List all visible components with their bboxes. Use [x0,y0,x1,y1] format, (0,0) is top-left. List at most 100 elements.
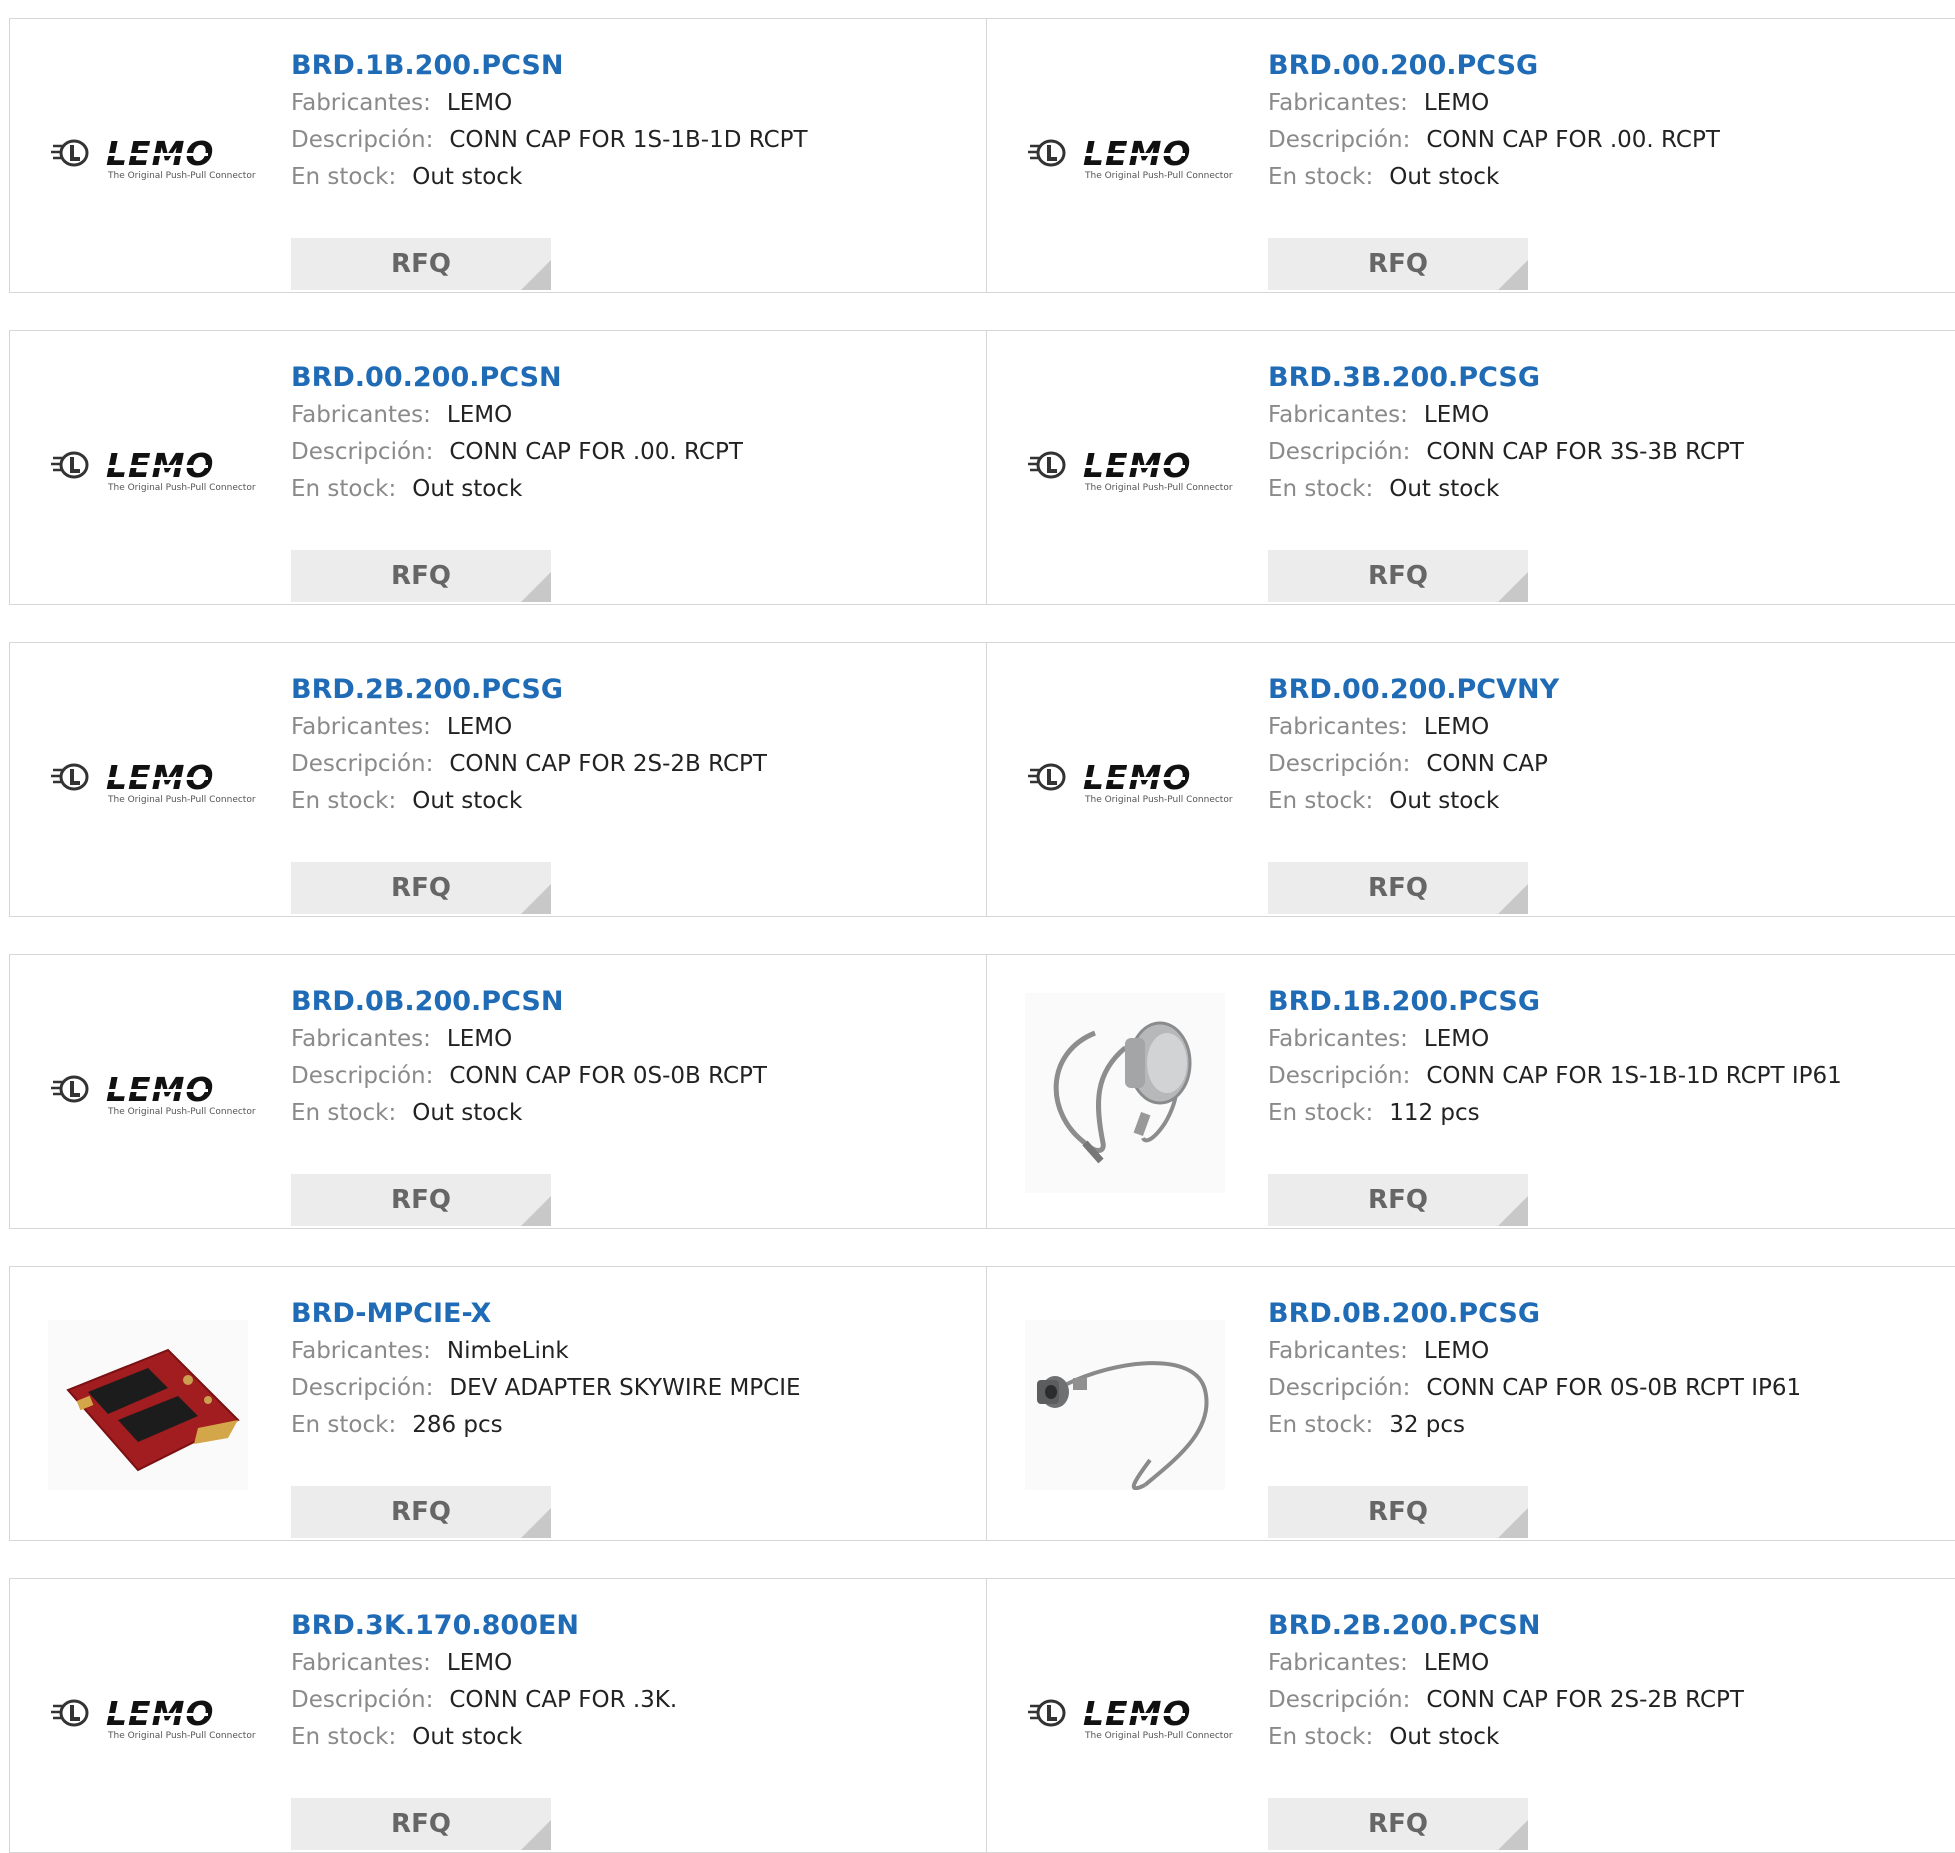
part-number-link[interactable]: BRD.3K.170.800EN [291,1607,976,1645]
stock-label: En stock: [1268,164,1374,190]
product-image[interactable] [1025,1320,1225,1490]
stock-row: En stock: Out stock [1268,1719,1945,1756]
manufacturer-label: Fabricantes: [1268,714,1408,740]
rfq-button[interactable]: RFQ [1268,550,1528,602]
product-card: BRD.0B.200.PCSG Fabricantes: LEMO Descripci… [986,1266,1955,1541]
manufacturer-row: Fabricantes: LEMO [1268,1645,1945,1682]
stock-row: En stock: Out stock [291,1095,976,1132]
product-image[interactable]: LEMO The Original Push-Pull Connector [48,696,256,866]
description-row: Descripción: CONN CAP FOR 3S-3B RCPT [1268,434,1945,471]
part-number-link[interactable]: BRD-MPCIE-X [291,1295,976,1333]
rfq-button[interactable]: RFQ [291,550,551,602]
lemo-logo: LEMO The Original Push-Pull Connector [48,1058,256,1128]
manufacturer-row: Fabricantes: LEMO [1268,709,1945,746]
manufacturer-label: Fabricantes: [1268,1338,1408,1364]
stock-value: Out stock [1389,1724,1500,1750]
part-number-link[interactable]: BRD.0B.200.PCSN [291,983,976,1021]
part-number-link[interactable]: BRD.00.200.PCSG [1268,47,1945,85]
product-card: BRD-MPCIE-X Fabricantes: NimbeLink Descripc… [9,1266,987,1541]
stock-label: En stock: [1268,1100,1374,1126]
rfq-button[interactable]: RFQ [291,1486,551,1538]
corner-triangle-icon [1498,1508,1528,1538]
product-image[interactable]: LEMO The Original Push-Pull Connector [1025,384,1233,554]
rfq-button[interactable]: RFQ [1268,238,1528,290]
lemo-logo: LEMO The Original Push-Pull Connector [1025,122,1233,192]
corner-triangle-icon [521,260,551,290]
stock-value: Out stock [412,476,523,502]
part-number-link[interactable]: BRD.1B.200.PCSN [291,47,976,85]
product-card: LEMO The Original Push-Pull Connector BRD.… [9,954,987,1229]
description-label: Descripción: [291,1687,434,1713]
stock-label: En stock: [1268,788,1374,814]
manufacturer-value: LEMO [446,90,513,116]
stock-row: En stock: Out stock [291,159,976,196]
product-card: BRD.1B.200.PCSG Fabricantes: LEMO Descripci… [986,954,1955,1229]
rfq-button[interactable]: RFQ [291,862,551,914]
manufacturer-value: LEMO [446,714,513,740]
product-image[interactable]: LEMO The Original Push-Pull Connector [48,384,256,554]
description-label: Descripción: [291,1375,434,1401]
rfq-button[interactable]: RFQ [291,1174,551,1226]
rfq-label: RFQ [1368,1497,1428,1527]
stock-label: En stock: [1268,1724,1374,1750]
product-image[interactable] [48,1320,248,1490]
part-number-link[interactable]: BRD.1B.200.PCSG [1268,983,1945,1021]
rfq-button[interactable]: RFQ [291,238,551,290]
stock-row: En stock: Out stock [291,471,976,508]
product-image[interactable]: LEMO The Original Push-Pull Connector [1025,72,1233,242]
description-row: Descripción: CONN CAP FOR 1S-1B-1D RCPT [291,122,976,159]
part-number-link[interactable]: BRD.0B.200.PCSG [1268,1295,1945,1333]
product-image[interactable]: LEMO The Original Push-Pull Connector [48,1008,256,1178]
manufacturer-value: LEMO [1423,1026,1490,1052]
description-row: Descripción: CONN CAP [1268,746,1945,783]
stock-value: 286 pcs [412,1412,503,1438]
product-image[interactable]: LEMO The Original Push-Pull Connector [1025,696,1233,866]
description-value: CONN CAP FOR 0S-0B RCPT IP61 [1426,1375,1802,1401]
description-value: CONN CAP FOR 3S-3B RCPT [1426,439,1744,465]
manufacturer-value: LEMO [1423,90,1490,116]
lemo-logo: LEMO The Original Push-Pull Connector [1025,1682,1233,1752]
rfq-label: RFQ [391,1185,451,1215]
product-image[interactable] [1025,993,1225,1193]
rfq-label: RFQ [391,873,451,903]
manufacturer-label: Fabricantes: [1268,402,1408,428]
stock-value: Out stock [1389,788,1500,814]
rfq-button[interactable]: RFQ [1268,1798,1528,1850]
description-value: CONN CAP FOR 2S-2B RCPT [449,751,767,777]
stock-value: Out stock [412,788,523,814]
part-number-link[interactable]: BRD.00.200.PCSN [291,359,976,397]
description-label: Descripción: [1268,1687,1411,1713]
product-image[interactable]: LEMO The Original Push-Pull Connector [1025,1632,1233,1802]
rfq-button[interactable]: RFQ [1268,862,1528,914]
part-number-link[interactable]: BRD.00.200.PCVNY [1268,671,1945,709]
description-label: Descripción: [291,127,434,153]
stock-row: En stock: Out stock [291,1719,976,1756]
rfq-label: RFQ [1368,873,1428,903]
stock-row: En stock: Out stock [291,783,976,820]
corner-triangle-icon [521,572,551,602]
cap-with-cable-image [1025,1320,1225,1490]
manufacturer-label: Fabricantes: [291,1026,431,1052]
rfq-label: RFQ [391,1809,451,1839]
manufacturer-row: Fabricantes: NimbeLink [291,1333,976,1370]
rfq-label: RFQ [1368,249,1428,279]
part-number-link[interactable]: BRD.3B.200.PCSG [1268,359,1945,397]
manufacturer-value: NimbeLink [446,1338,569,1364]
description-value: CONN CAP FOR .3K. [449,1687,678,1713]
manufacturer-row: Fabricantes: LEMO [1268,1021,1945,1058]
rfq-button[interactable]: RFQ [1268,1174,1528,1226]
part-number-link[interactable]: BRD.2B.200.PCSG [291,671,976,709]
description-label: Descripción: [1268,1063,1411,1089]
rfq-button[interactable]: RFQ [291,1798,551,1850]
description-value: DEV ADAPTER SKYWIRE MPCIE [449,1375,801,1401]
stock-label: En stock: [291,476,397,502]
manufacturer-row: Fabricantes: LEMO [1268,1333,1945,1370]
stock-value: Out stock [412,1100,523,1126]
product-image[interactable]: LEMO The Original Push-Pull Connector [48,1632,256,1802]
description-value: CONN CAP [1426,751,1548,777]
product-image[interactable]: LEMO The Original Push-Pull Connector [48,72,256,242]
corner-triangle-icon [521,1196,551,1226]
part-number-link[interactable]: BRD.2B.200.PCSN [1268,1607,1945,1645]
rfq-button[interactable]: RFQ [1268,1486,1528,1538]
manufacturer-label: Fabricantes: [291,1338,431,1364]
